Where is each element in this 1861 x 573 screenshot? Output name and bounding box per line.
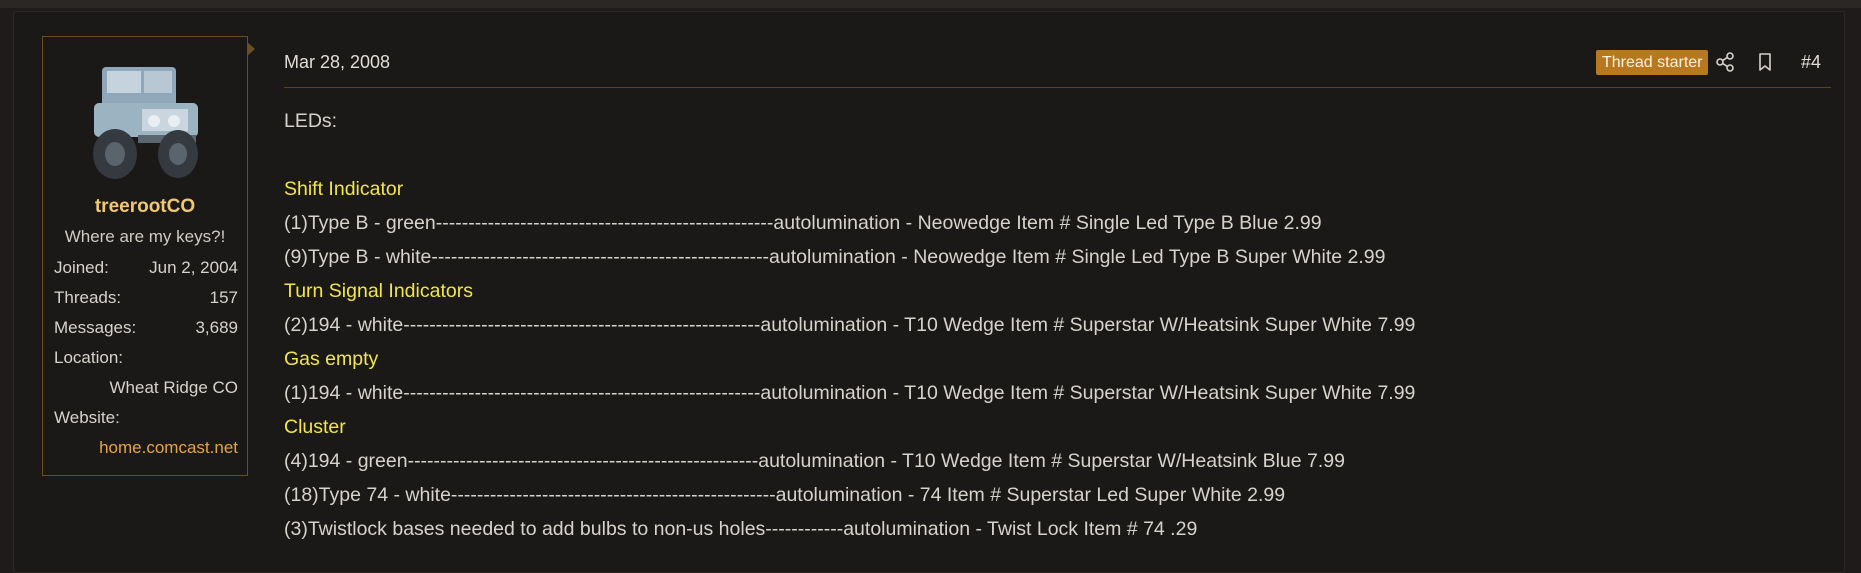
body-line: (18)Type 74 - white---------------------… (284, 484, 1286, 506)
body-line: (3)Twistlock bases needed to add bulbs t… (284, 518, 1198, 540)
body-line: (1)194 - white--------------------------… (284, 382, 1416, 404)
section-heading: Turn Signal Indicators (284, 280, 473, 302)
thread-starter-badge: Thread starter (1596, 50, 1709, 75)
website-link[interactable]: home.comcast.net (99, 438, 238, 458)
body-line: (9)Type B - white-----------------------… (284, 246, 1386, 268)
stat-label: Messages: (54, 318, 137, 337)
bookmark-icon[interactable] (1754, 51, 1776, 73)
top-strip (0, 0, 1861, 8)
stat-value: 3,689 (195, 318, 238, 337)
post-date[interactable]: Mar 28, 2008 (284, 52, 390, 73)
share-icon[interactable] (1714, 51, 1736, 73)
body-line: (2)194 - white--------------------------… (284, 314, 1416, 336)
post-container: treerootCO Where are my keys?! Joined: J… (13, 11, 1845, 573)
post-body: LEDs: Shift Indicator (1)Type B - green-… (284, 104, 1844, 546)
body-line: LEDs: (284, 110, 338, 132)
body-blank (284, 138, 1844, 172)
stat-value: Jun 2, 2004 (149, 258, 238, 277)
avatar[interactable] (82, 59, 206, 185)
section-heading: Shift Indicator (284, 178, 404, 200)
header-divider (284, 87, 1831, 88)
stat-location-value: Wheat Ridge CO (109, 378, 239, 397)
username[interactable]: treerootCO (43, 196, 247, 218)
user-info-panel: treerootCO Where are my keys?! Joined: J… (42, 36, 255, 476)
stat-value: 157 (209, 288, 238, 307)
stat-label: Threads: (54, 288, 122, 307)
user-title: Where are my keys?! (64, 227, 226, 246)
stat-label: Joined: (54, 258, 109, 277)
section-heading: Cluster (284, 416, 346, 438)
body-line: (1)Type B - green-----------------------… (284, 212, 1322, 234)
body-line: (4)194 - green--------------------------… (284, 450, 1345, 472)
post-number[interactable]: #4 (1801, 52, 1821, 73)
section-heading: Gas empty (284, 348, 379, 370)
